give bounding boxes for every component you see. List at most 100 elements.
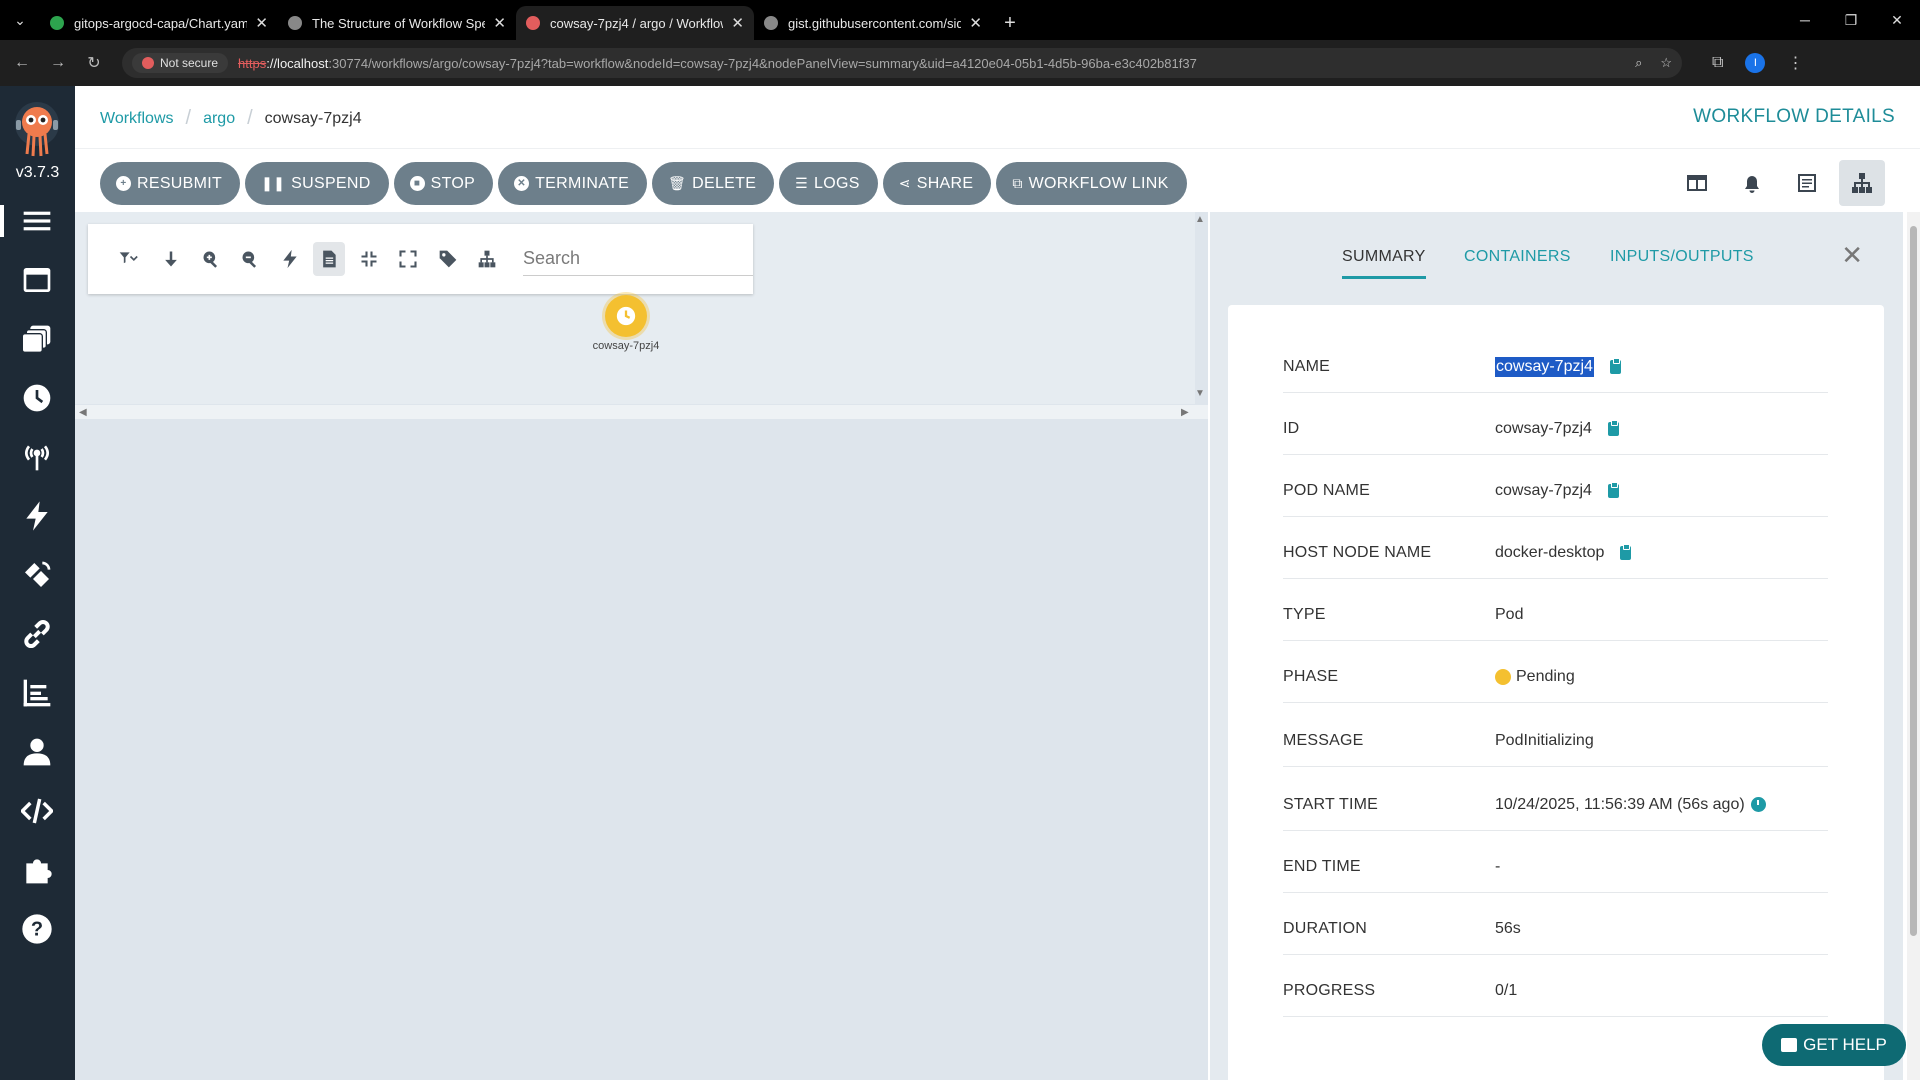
split-view-icon[interactable] <box>1674 160 1720 206</box>
api-docs-code-icon[interactable] <box>17 791 57 831</box>
close-tab-icon[interactable]: ✕ <box>255 14 268 32</box>
copy-clipboard-icon[interactable] <box>1607 481 1619 498</box>
button-label: GET HELP <box>1803 1035 1887 1054</box>
graph-viewport[interactable]: cowsay-7pzj4 <box>75 212 1195 404</box>
bookmark-star-icon[interactable]: ☆ <box>1660 55 1672 71</box>
browser-tab[interactable]: gist.githubusercontent.com/sid ✕ <box>754 6 992 40</box>
extensions-icon[interactable]: ⧉ <box>1712 54 1723 72</box>
panel-vertical-scrollbar[interactable] <box>1907 212 1920 1080</box>
close-tab-icon[interactable]: ✕ <box>731 14 744 32</box>
suspend-button[interactable]: ❚❚ SUSPEND <box>245 162 389 205</box>
browser-tab-active[interactable]: cowsay-7pzj4 / argo / Workflow ✕ <box>516 6 754 40</box>
trash-icon: 🗑︎ <box>668 175 687 191</box>
restore-icon[interactable]: ❐ <box>1828 0 1874 40</box>
scroll-left-arrow-icon[interactable]: ◀ <box>79 407 87 418</box>
argo-logo-icon[interactable] <box>12 100 62 158</box>
graph-toolbar <box>88 224 754 294</box>
breadcrumb-workflows-link[interactable]: Workflows <box>100 110 174 128</box>
cron-workflows-clock-icon[interactable] <box>17 378 57 418</box>
zoom-in-icon[interactable] <box>195 242 227 276</box>
back-icon[interactable]: ← <box>8 49 36 77</box>
tab-search-icon[interactable]: ⌄ <box>0 0 40 40</box>
share-icon: ⋖ <box>898 175 911 191</box>
button-label: DELETE <box>692 174 757 192</box>
external-link-icon: ⧉ <box>1012 175 1023 191</box>
tab-inputs-outputs[interactable]: INPUTS/OUTPUTS <box>1610 248 1754 266</box>
summary-list-icon[interactable] <box>1784 160 1830 206</box>
reports-chart-icon[interactable] <box>17 673 57 713</box>
graph-horizontal-scrollbar[interactable]: ◀ ▶ <box>75 405 1208 419</box>
graph-vertical-scrollbar[interactable]: ▲ ▼ <box>1193 212 1207 404</box>
compress-icon[interactable] <box>353 242 385 276</box>
help-question-icon[interactable]: ? <box>17 909 57 949</box>
scroll-down-arrow-icon[interactable]: ▼ <box>1195 388 1205 399</box>
version-label: v3.7.3 <box>15 164 60 181</box>
cluster-workflow-templates-nav-icon[interactable] <box>17 319 57 359</box>
graph-tree-icon[interactable] <box>1839 160 1885 206</box>
field-label: DURATION <box>1283 919 1367 937</box>
type-value: Pod <box>1495 605 1524 623</box>
terminate-button[interactable]: ✕ TERMINATE <box>498 162 648 205</box>
user-icon[interactable] <box>17 732 57 772</box>
logs-button[interactable]: ☰ LOGS <box>779 162 878 205</box>
close-tab-icon[interactable]: ✕ <box>969 14 982 32</box>
close-window-icon[interactable]: ✕ <box>1874 0 1920 40</box>
event-sources-antenna-icon[interactable] <box>17 437 57 477</box>
share-button[interactable]: ⋖ SHARE <box>882 162 992 205</box>
url-field[interactable]: Not secure https://localhost:30774/workf… <box>122 48 1682 78</box>
summary-card: NAME cowsay-7pzj4 ID cowsay-7pzj4 POD NA… <box>1228 305 1884 1080</box>
scroll-right-arrow-icon[interactable]: ▶ <box>1181 407 1189 418</box>
close-panel-icon[interactable]: ✕ <box>1841 240 1863 271</box>
scroll-up-arrow-icon[interactable]: ▲ <box>1195 214 1205 225</box>
resubmit-button[interactable]: + RESUBMIT <box>100 162 241 205</box>
new-tab-icon[interactable]: + <box>992 6 1028 40</box>
tab-containers[interactable]: CONTAINERS <box>1464 248 1571 266</box>
warning-icon <box>142 57 154 69</box>
field-progress-row: PROGRESS 0/1 <box>1283 965 1828 1017</box>
plugins-puzzle-icon[interactable] <box>17 850 57 890</box>
browser-tab[interactable]: gitops-argocd-capa/Chart.yaml ✕ <box>40 6 278 40</box>
workflow-graph-canvas[interactable]: cowsay-7pzj4 ▲ ▼ ◀ ▶ <box>75 212 1208 1080</box>
security-indicator[interactable]: Not secure <box>132 53 229 73</box>
notifications-bell-icon[interactable] <box>1729 160 1775 206</box>
tag-icon[interactable] <box>432 242 464 276</box>
menu-kebab-icon[interactable]: ⋮ <box>1787 53 1803 73</box>
scrollbar-thumb[interactable] <box>1910 226 1917 936</box>
field-label: TYPE <box>1283 605 1326 623</box>
graph-search-input[interactable] <box>523 242 754 276</box>
sitemap-icon[interactable] <box>472 242 504 276</box>
get-help-button[interactable]: GET HELP <box>1762 1024 1906 1066</box>
tab-summary[interactable]: SUMMARY <box>1342 248 1426 279</box>
workflow-templates-nav-icon[interactable] <box>17 260 57 300</box>
workflow-node[interactable] <box>605 295 647 337</box>
close-tab-icon[interactable]: ✕ <box>493 14 506 32</box>
breadcrumb-namespace-link[interactable]: argo <box>203 110 235 128</box>
delete-button[interactable]: 🗑︎ DELETE <box>652 162 775 205</box>
reload-icon[interactable]: ↻ <box>80 49 108 77</box>
clock-icon[interactable] <box>1750 797 1766 812</box>
filter-dropdown-icon[interactable] <box>108 242 147 276</box>
sensors-bolt-icon[interactable] <box>17 496 57 536</box>
bolt-icon[interactable] <box>274 242 306 276</box>
event-flow-satellite-icon[interactable] <box>17 555 57 595</box>
workflows-nav-icon[interactable] <box>0 201 57 241</box>
file-alt-icon[interactable] <box>313 242 345 276</box>
arrow-down-icon[interactable] <box>155 242 187 276</box>
name-value-selected[interactable]: cowsay-7pzj4 <box>1495 356 1594 377</box>
zoom-icon[interactable]: ⌕ <box>1635 55 1642 71</box>
workflow-node-label[interactable]: cowsay-7pzj4 <box>575 340 677 352</box>
zoom-out-icon[interactable] <box>234 242 266 276</box>
tab-title: gitops-argocd-capa/Chart.yaml <box>74 15 248 31</box>
archived-workflows-link-icon[interactable] <box>17 614 57 654</box>
copy-clipboard-icon[interactable] <box>1607 419 1619 436</box>
copy-clipboard-icon[interactable] <box>1609 357 1621 374</box>
browser-tab[interactable]: The Structure of Workflow Spec ✕ <box>278 6 516 40</box>
minimize-icon[interactable]: ─ <box>1782 0 1828 40</box>
forward-icon[interactable]: → <box>44 49 72 77</box>
expand-icon[interactable] <box>392 242 424 276</box>
workflow-link-button[interactable]: ⧉ WORKFLOW LINK <box>996 162 1187 205</box>
profile-avatar[interactable]: I <box>1745 53 1766 73</box>
copy-clipboard-icon[interactable] <box>1620 543 1632 560</box>
github-favicon-icon <box>50 16 64 30</box>
stop-button[interactable]: ■ STOP <box>393 162 494 205</box>
